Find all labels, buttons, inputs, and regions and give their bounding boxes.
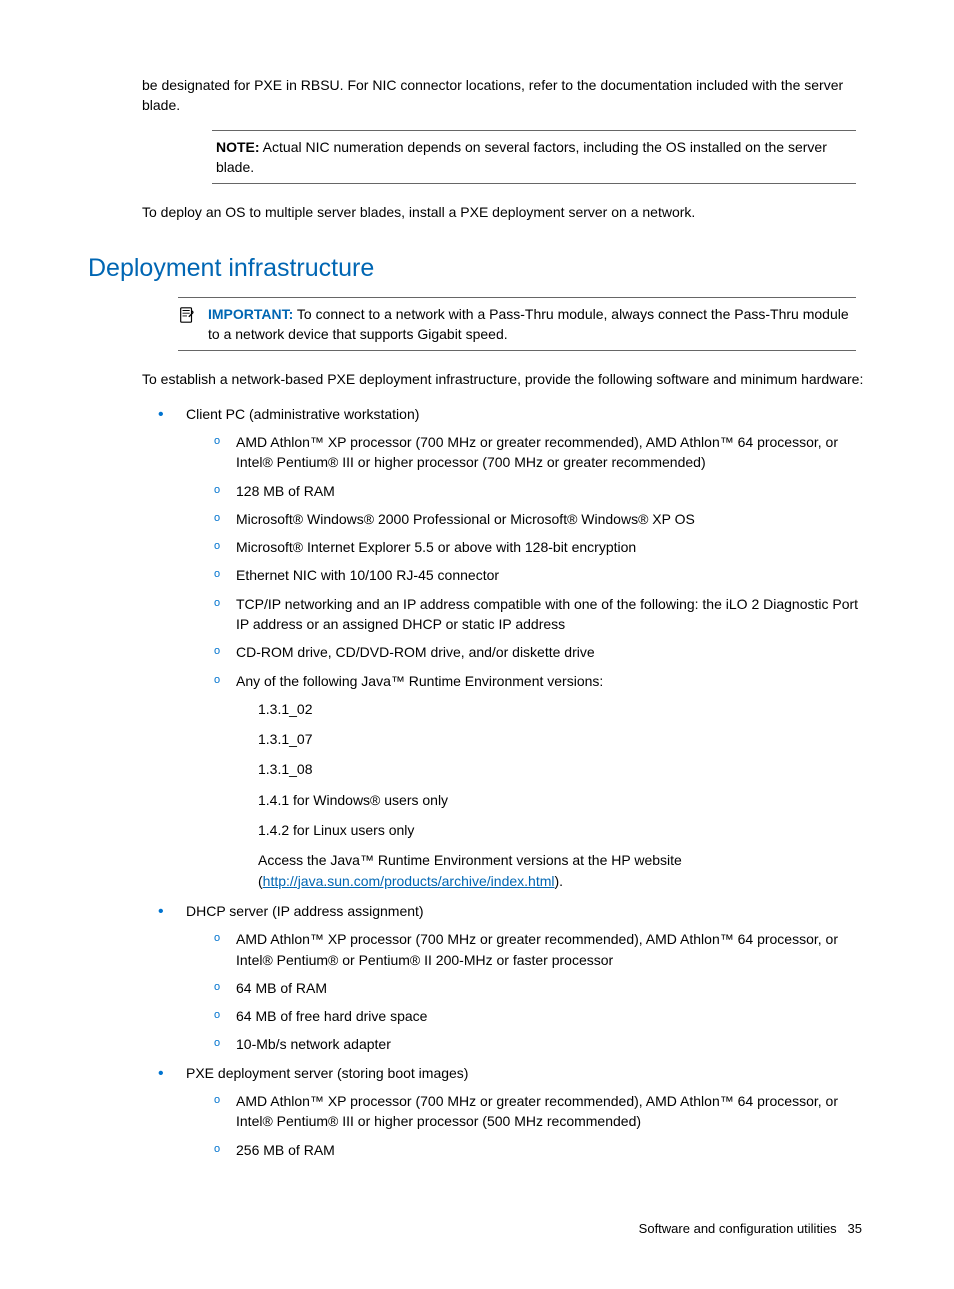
java-versions-block: 1.3.1_02 1.3.1_07 1.3.1_08 1.4.1 for Win… bbox=[236, 699, 866, 891]
list-item-label: PXE deployment server (storing boot imag… bbox=[186, 1065, 468, 1081]
java-access-note: Access the Java™ Runtime Environment ver… bbox=[258, 850, 866, 891]
sub-list-item: Ethernet NIC with 10/100 RJ-45 connector bbox=[214, 565, 866, 585]
sub-list-item: 64 MB of RAM bbox=[214, 978, 866, 998]
list-item-label: DHCP server (IP address assignment) bbox=[186, 903, 424, 919]
lead-paragraph: To establish a network-based PXE deploym… bbox=[88, 369, 866, 389]
important-callout: IMPORTANT: To connect to a network with … bbox=[178, 297, 856, 352]
java-version: 1.3.1_02 bbox=[258, 699, 866, 719]
sub-list: AMD Athlon™ XP processor (700 MHz or gre… bbox=[186, 432, 866, 891]
note-callout: NOTE: Actual NIC numeration depends on s… bbox=[212, 130, 856, 185]
footer-page-number: 35 bbox=[848, 1221, 862, 1236]
java-version: 1.4.1 for Windows® users only bbox=[258, 790, 866, 810]
java-version: 1.3.1_08 bbox=[258, 759, 866, 779]
sub-list-item: 128 MB of RAM bbox=[214, 481, 866, 501]
list-item: DHCP server (IP address assignment) AMD … bbox=[158, 901, 866, 1055]
intro-paragraph-2: To deploy an OS to multiple server blade… bbox=[88, 202, 866, 222]
sub-list: AMD Athlon™ XP processor (700 MHz or gre… bbox=[186, 1091, 866, 1160]
sub-list: AMD Athlon™ XP processor (700 MHz or gre… bbox=[186, 929, 866, 1054]
important-text: To connect to a network with a Pass-Thru… bbox=[208, 306, 849, 342]
list-item: PXE deployment server (storing boot imag… bbox=[158, 1063, 866, 1160]
list-item: Client PC (administrative workstation) A… bbox=[158, 404, 866, 891]
sub-list-item: Any of the following Java™ Runtime Envir… bbox=[214, 671, 866, 891]
sub-list-item-text: Any of the following Java™ Runtime Envir… bbox=[236, 673, 603, 689]
sub-list-item: Microsoft® Windows® 2000 Professional or… bbox=[214, 509, 866, 529]
sub-list-item: AMD Athlon™ XP processor (700 MHz or gre… bbox=[214, 1091, 866, 1132]
sub-list-item: AMD Athlon™ XP processor (700 MHz or gre… bbox=[214, 432, 866, 473]
sub-list-item: AMD Athlon™ XP processor (700 MHz or gre… bbox=[214, 929, 866, 970]
sub-list-item: 256 MB of RAM bbox=[214, 1140, 866, 1160]
sub-list-item: CD-ROM drive, CD/DVD-ROM drive, and/or d… bbox=[214, 642, 866, 662]
sub-list-item: 64 MB of free hard drive space bbox=[214, 1006, 866, 1026]
java-access-suffix: ). bbox=[554, 873, 563, 889]
section-heading: Deployment infrastructure bbox=[88, 250, 866, 286]
requirements-list: Client PC (administrative workstation) A… bbox=[88, 404, 866, 1160]
intro-paragraph-1: be designated for PXE in RBSU. For NIC c… bbox=[88, 75, 866, 116]
sub-list-item: Microsoft® Internet Explorer 5.5 or abov… bbox=[214, 537, 866, 557]
java-version: 1.4.2 for Linux users only bbox=[258, 820, 866, 840]
important-icon bbox=[178, 306, 198, 329]
sub-list-item: 10-Mb/s network adapter bbox=[214, 1034, 866, 1054]
java-version: 1.3.1_07 bbox=[258, 729, 866, 749]
list-item-label: Client PC (administrative workstation) bbox=[186, 406, 419, 422]
note-label: NOTE: bbox=[216, 139, 260, 155]
page-footer: Software and configuration utilities 35 bbox=[88, 1220, 866, 1239]
sub-list-item: TCP/IP networking and an IP address comp… bbox=[214, 594, 866, 635]
note-text: Actual NIC numeration depends on several… bbox=[216, 139, 827, 175]
important-label: IMPORTANT: bbox=[208, 306, 293, 322]
footer-section: Software and configuration utilities bbox=[639, 1221, 837, 1236]
java-link[interactable]: http://java.sun.com/products/archive/ind… bbox=[263, 873, 555, 889]
